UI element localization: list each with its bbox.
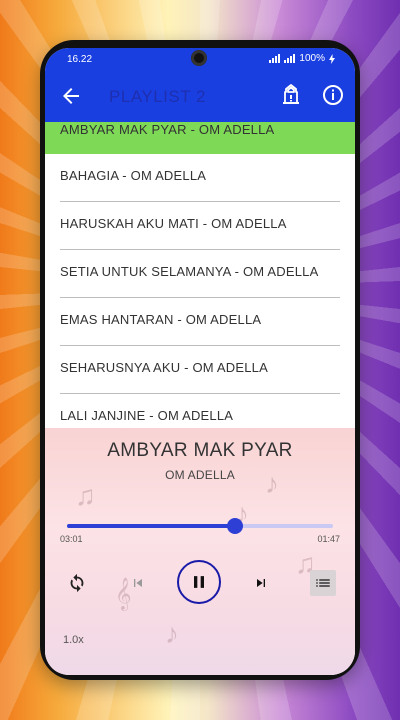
repeat-icon [70, 573, 84, 593]
battery-charging-icon [329, 53, 335, 64]
status-indicators: 100% [269, 53, 335, 64]
queue-list-icon [316, 579, 330, 587]
list-item[interactable]: AMBYAR MAK PYAR - OM ADELLA [45, 122, 355, 154]
now-playing-panel: ♫ ♪ 𝄞 ♫ ♪ ♪ AMBYAR MAK PYAR OM ADELLA 03… [45, 428, 355, 675]
playback-speed[interactable]: 1.0x [63, 634, 84, 646]
status-time: 16.22 [67, 54, 93, 65]
now-playing-title: AMBYAR MAK PYAR [107, 440, 293, 461]
list-item[interactable]: SETIA UNTUK SELAMANYA - OM ADELLA [45, 250, 355, 298]
list-item-label: HARUSKAH AKU MATI - OM ADELLA [60, 216, 287, 231]
next-button[interactable] [250, 572, 272, 594]
list-item-label: EMAS HANTARAN - OM ADELLA [60, 312, 262, 327]
phone-screen: 16.22 100% PLAYLIST 2 AMBYAR MAK PYAR - … [45, 48, 355, 675]
signal-icon [269, 54, 281, 63]
pause-icon [194, 576, 204, 588]
list-item[interactable]: SEHARUSNYA AKU - OM ADELLA [45, 346, 355, 394]
previous-button[interactable] [127, 572, 149, 594]
list-item-label: SETIA UNTUK SELAMANYA - OM ADELLA [60, 264, 319, 279]
music-notes-background: ♫ ♪ 𝄞 ♫ ♪ ♪ [75, 468, 316, 649]
repeat-button[interactable] [65, 571, 89, 595]
list-item[interactable]: EMAS HANTARAN - OM ADELLA [45, 298, 355, 346]
list-item-label: LALI JANJINE - OM ADELLA [60, 408, 234, 423]
list-item[interactable]: BAHAGIA - OM ADELLA [45, 154, 355, 202]
front-camera [191, 50, 207, 66]
arrow-back-icon[interactable] [59, 84, 83, 108]
list-item-label: SEHARUSNYA AKU - OM ADELLA [60, 360, 268, 375]
seek-bar[interactable] [67, 518, 333, 534]
queue-button[interactable] [310, 570, 336, 596]
list-item[interactable]: LALI JANJINE - OM ADELLA [45, 394, 355, 430]
signal-icon-2 [284, 54, 296, 63]
skip-previous-icon [134, 579, 142, 587]
elapsed-time: 03:01 [60, 534, 83, 544]
play-pause-button[interactable] [177, 560, 221, 604]
list-item-label: AMBYAR MAK PYAR - OM ADELLA [60, 122, 275, 137]
alarm-lock-icon[interactable] [279, 83, 303, 107]
now-playing-artist: OM ADELLA [165, 468, 235, 482]
list-item-label: BAHAGIA - OM ADELLA [60, 168, 207, 183]
status-bar: 16.22 100% [45, 48, 355, 70]
list-item[interactable]: HARUSKAH AKU MATI - OM ADELLA [45, 202, 355, 250]
page-title: PLAYLIST 2 [109, 87, 206, 106]
app-bar: PLAYLIST 2 [45, 70, 355, 122]
total-time: 01:47 [317, 534, 340, 544]
info-icon[interactable] [321, 83, 345, 107]
skip-next-icon [257, 579, 265, 587]
battery-percent: 100% [299, 53, 325, 64]
playlist: AMBYAR MAK PYAR - OM ADELLA BAHAGIA - OM… [45, 122, 355, 430]
seek-thumb[interactable] [226, 518, 243, 534]
seek-progress [67, 524, 235, 528]
